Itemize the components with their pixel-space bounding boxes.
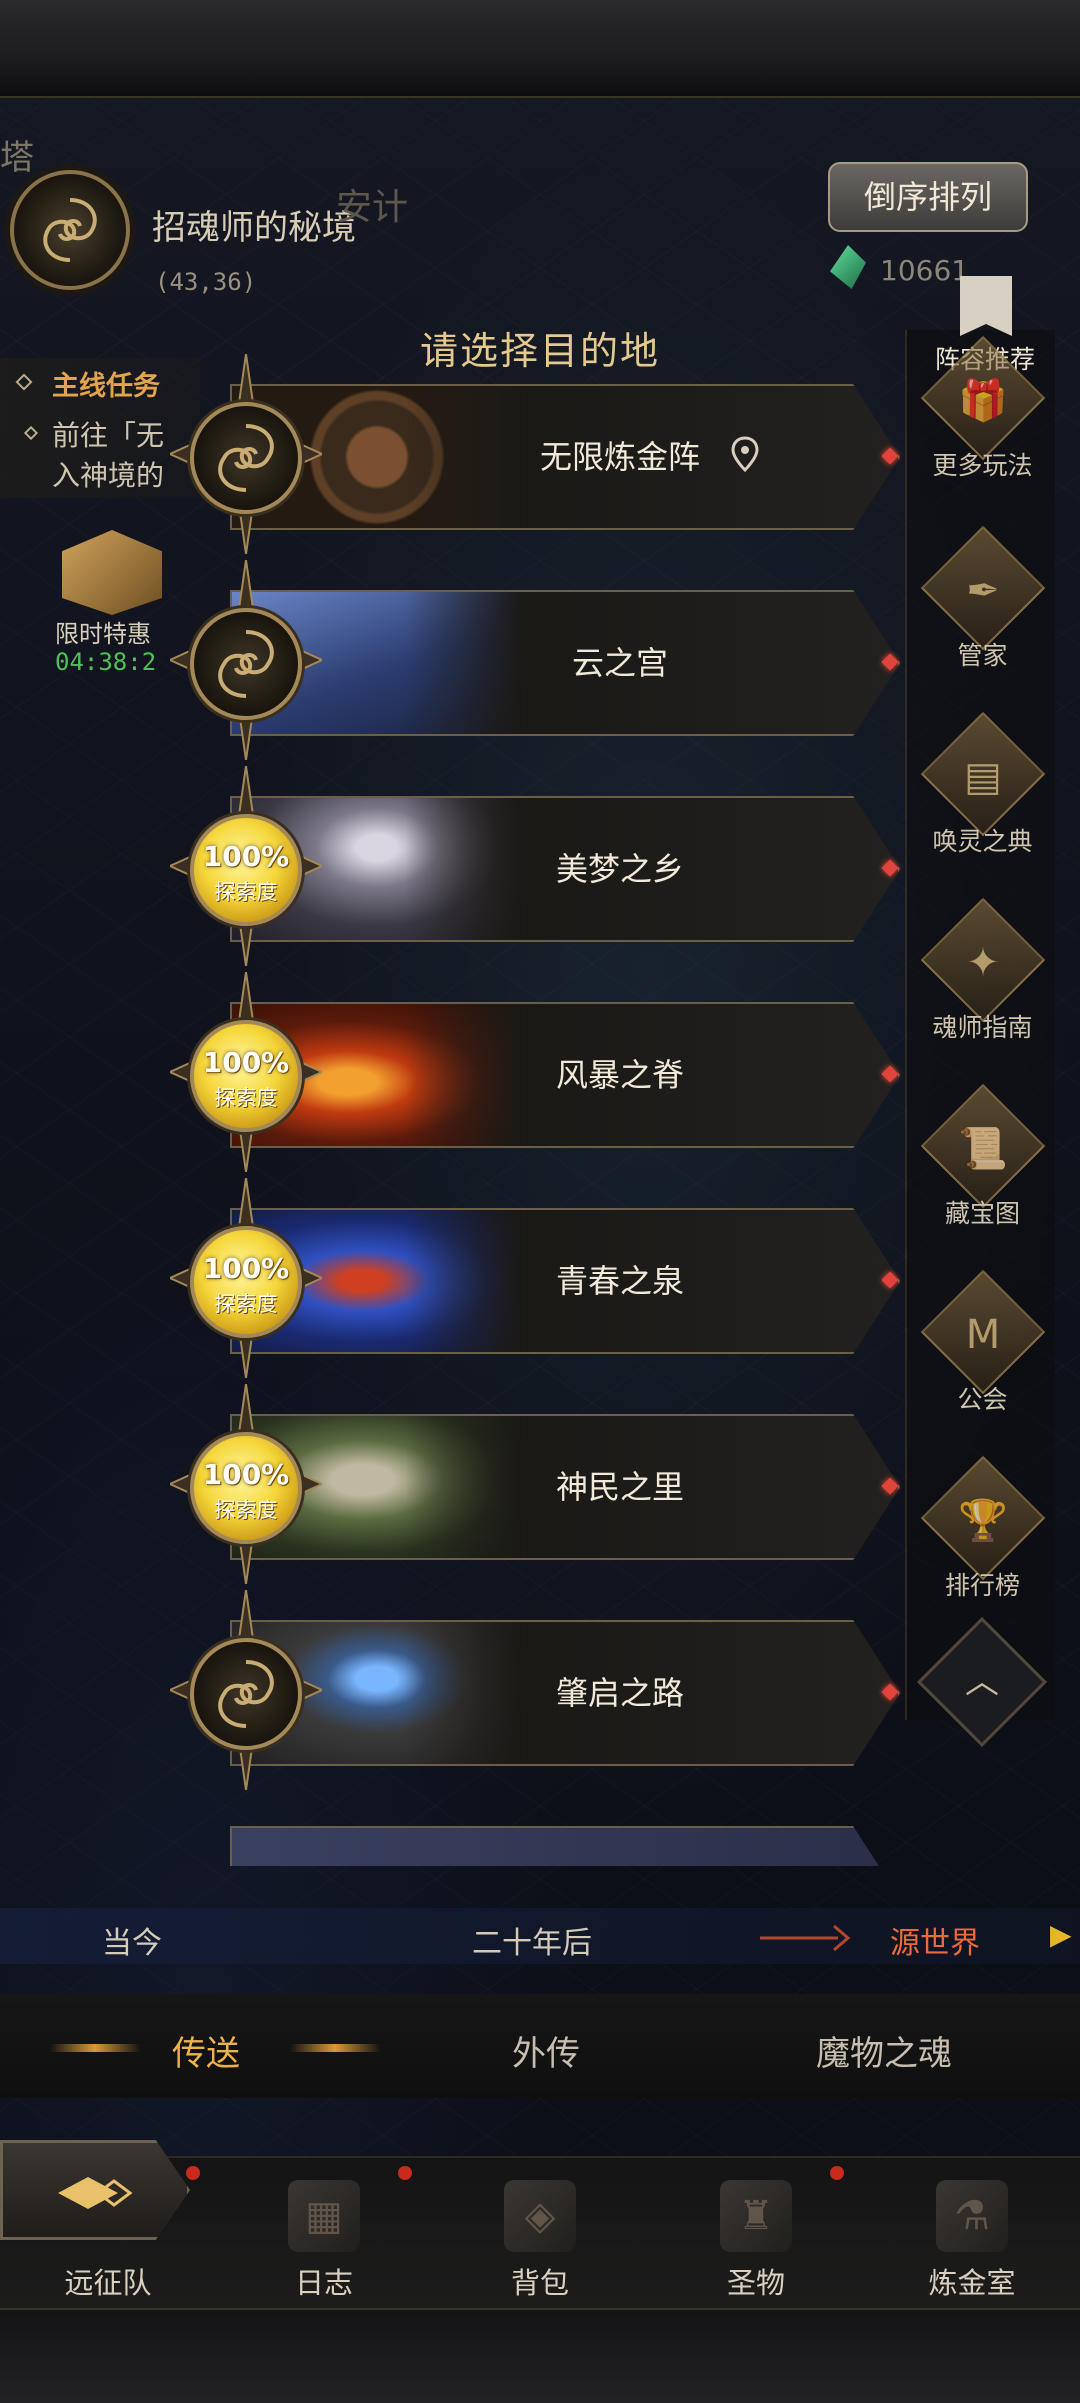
destination-title: 请选择目的地 — [419, 329, 660, 373]
limited-offer-label: 限时特惠 — [55, 620, 151, 648]
guide-icon: ✦ — [920, 897, 1046, 1023]
destination-item[interactable]: 风暴之脊 100% 探索度 — [170, 972, 900, 1172]
quest-text-line1: 前往「无 — [52, 419, 165, 452]
era-origin-world[interactable]: 源世界 — [890, 1918, 980, 1962]
exploration-percent: 100% — [202, 1458, 290, 1491]
exploration-percent: 100% — [202, 840, 290, 873]
destination-item[interactable]: 云之宫 — [170, 560, 900, 760]
exploration-badge: 100% 探索度 — [190, 1020, 302, 1132]
exploration-label: 探索度 — [214, 880, 278, 904]
nav-label: 背包 — [510, 2266, 569, 2300]
side-item-label: 魂师指南 — [932, 1013, 1033, 1042]
destination-item[interactable]: 肇启之路 — [170, 1590, 900, 1790]
nav-expedition[interactable]: 远征队 — [0, 2156, 216, 2308]
tab-wing-right-icon — [290, 2044, 380, 2052]
destination-name: 肇启之路 — [555, 1674, 684, 1712]
destination-name: 美梦之乡 — [555, 850, 684, 888]
destination-item[interactable]: 青春之泉 100% 探索度 — [170, 1178, 900, 1378]
rune-emblem-icon — [190, 402, 302, 514]
quill-icon: ✒ — [920, 525, 1046, 651]
side-item-label: 排行榜 — [944, 1571, 1020, 1600]
notification-dot — [186, 2166, 200, 2180]
exploration-percent: 100% — [202, 1046, 290, 1079]
map-label-fragment: 塔 — [0, 138, 34, 178]
destination-item[interactable]: 无限炼金阵 — [170, 354, 900, 554]
relic-icon: ♜ — [720, 2180, 792, 2252]
side-item-butler[interactable]: ✒ 管家 — [895, 525, 1070, 702]
location-coords: (43,36) — [155, 268, 257, 296]
side-item-label: 管家 — [957, 641, 1008, 670]
nav-relic[interactable]: ♜ 圣物 — [648, 2156, 864, 2308]
side-item-guide[interactable]: ✦ 魂师指南 — [895, 897, 1070, 1074]
era-spear-icon — [760, 1924, 850, 1952]
side-item-leaderboard[interactable]: 🏆 排行榜 — [895, 1455, 1070, 1632]
rune-emblem-icon — [190, 608, 302, 720]
bottom-frame — [0, 2308, 1080, 2403]
bag-icon: ◈ — [504, 2180, 576, 2252]
destination-item[interactable]: 美梦之乡 100% 探索度 — [170, 766, 900, 966]
safe-zone-label: 安计 — [336, 187, 409, 228]
tab-teleport[interactable]: 传送 — [172, 2026, 240, 2075]
scroll-icon: 📜 — [920, 1083, 1046, 1209]
book-icon: ▤ — [920, 711, 1046, 837]
nav-bag[interactable]: ◈ 背包 — [432, 2156, 648, 2308]
guild-icon: M — [920, 1269, 1046, 1395]
log-icon: ▦ — [288, 2180, 360, 2252]
destination-name: 云之宫 — [571, 644, 668, 682]
tab-wing-left-icon — [50, 2044, 140, 2052]
side-item-treasure-map[interactable]: 📜 藏宝图 — [895, 1083, 1070, 1260]
era-present[interactable]: 当今 — [102, 1918, 162, 1962]
limited-offer-timer: 04:38:2 — [55, 648, 157, 676]
destination-name: 风暴之脊 — [555, 1056, 684, 1094]
exploration-badge: 100% 探索度 — [190, 1226, 302, 1338]
side-item-guild[interactable]: M 公会 — [895, 1269, 1070, 1446]
destination-name: 无限炼金阵 — [539, 438, 700, 476]
notification-dot — [398, 2166, 412, 2180]
nav-label: 日志 — [294, 2266, 353, 2300]
location-name: 招魂师的秘境 — [152, 208, 356, 248]
exploration-label: 探索度 — [214, 1292, 278, 1316]
exploration-percent: 100% — [202, 1252, 290, 1285]
side-item-summon-codex[interactable]: ▤ 唤灵之典 — [895, 711, 1070, 888]
exploration-badge: 100% 探索度 — [190, 1432, 302, 1544]
notification-dot — [830, 2166, 844, 2180]
exploration-label: 探索度 — [214, 1498, 278, 1522]
exploration-badge: 100% 探索度 — [190, 814, 302, 926]
reverse-sort-button[interactable]: 倒序排列 — [828, 162, 1028, 232]
side-item-label: 唤灵之典 — [932, 827, 1033, 856]
chevron-up-icon: ︿ — [965, 1662, 999, 1702]
nav-label: 圣物 — [726, 2266, 785, 2300]
trophy-icon: 🏆 — [920, 1455, 1046, 1581]
destination-bar — [230, 1826, 900, 1866]
side-item-label: 公会 — [957, 1385, 1008, 1414]
destination-item-partial[interactable] — [170, 1826, 900, 1866]
tab-monster-soul[interactable]: 魔物之魂 — [816, 2026, 952, 2075]
nav-alchemy-room[interactable]: ⚗ 炼金室 — [864, 2156, 1080, 2308]
top-frame — [0, 0, 1080, 98]
quest-text-line2: 入神境的 — [52, 459, 165, 492]
chevron-right-icon[interactable]: ▶ — [1050, 1918, 1072, 1951]
destination-item[interactable]: 神民之里 100% 探索度 — [170, 1384, 900, 1584]
destination-name: 神民之里 — [555, 1468, 684, 1506]
destination-name: 青春之泉 — [555, 1262, 684, 1300]
side-item-label: 藏宝图 — [944, 1199, 1020, 1228]
location-emblem-icon[interactable] — [10, 170, 130, 290]
tab-side-story[interactable]: 外传 — [512, 2026, 580, 2075]
exploration-label: 探索度 — [214, 1086, 278, 1110]
rune-emblem-icon — [190, 1638, 302, 1750]
side-item-label: 更多玩法 — [932, 451, 1033, 480]
alchemy-icon: ⚗ — [936, 2180, 1008, 2252]
nav-label: 炼金室 — [928, 2266, 1016, 2300]
nav-label: 远征队 — [64, 2266, 152, 2300]
location-pin-icon — [731, 436, 759, 473]
era-twenty-years-later[interactable]: 二十年后 — [472, 1918, 592, 1962]
nav-log[interactable]: ▦ 日志 — [216, 2156, 432, 2308]
